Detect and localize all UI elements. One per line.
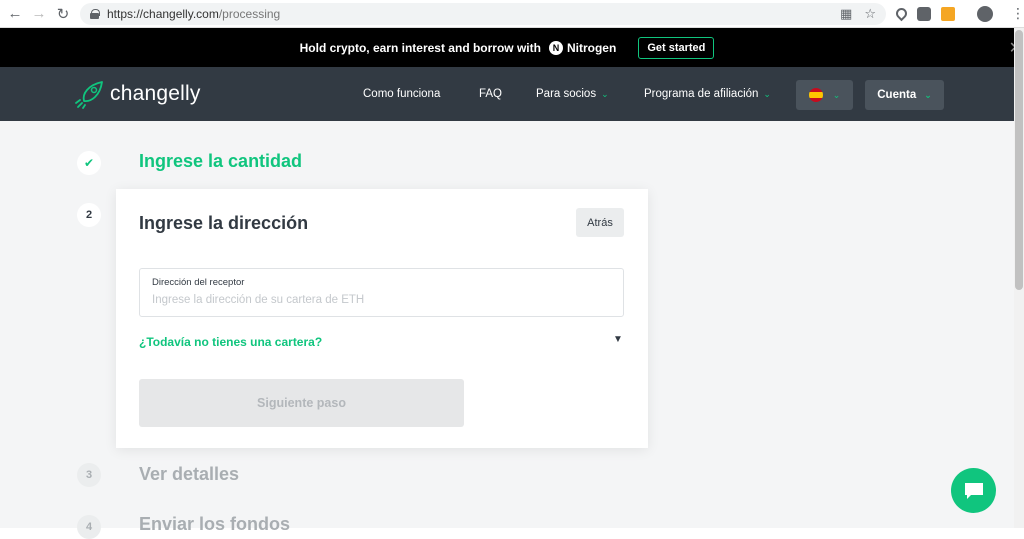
chevron-down-icon: ⌄ xyxy=(763,89,771,99)
back-arrow-icon[interactable]: ← xyxy=(6,5,24,23)
browser-menu-icon[interactable]: ⋮ xyxy=(1011,5,1024,22)
no-wallet-link[interactable]: ¿Todavía no tienes una cartera? xyxy=(139,335,322,349)
scrollbar-thumb[interactable] xyxy=(1015,30,1023,290)
nav-para-socios[interactable]: Para socios ⌄ xyxy=(536,88,609,100)
page-scrollbar[interactable] xyxy=(1014,28,1024,528)
changelly-logo[interactable]: changelly xyxy=(74,79,201,109)
spain-flag-icon xyxy=(808,88,823,102)
step-4-number: 4 xyxy=(77,515,101,539)
get-started-button[interactable]: Get started xyxy=(638,36,715,59)
nav-faq[interactable]: FAQ xyxy=(479,88,502,100)
step-4-title: Enviar los fondos xyxy=(139,514,291,534)
profile-avatar-icon[interactable] xyxy=(977,5,993,22)
step-3-number: 3 xyxy=(77,463,101,487)
bookmark-star-icon[interactable]: ☆ xyxy=(864,6,876,22)
recipient-address-label: Dirección del receptor xyxy=(152,277,245,288)
promo-banner: Hold crypto, earn interest and borrow wi… xyxy=(0,28,1022,67)
card-title: Ingrese la dirección xyxy=(139,213,309,233)
translate-icon[interactable]: ▦ xyxy=(840,6,852,22)
chevron-down-icon: ⌄ xyxy=(832,89,841,100)
recipient-address-field[interactable]: Dirección del receptor xyxy=(139,268,624,317)
nitrogen-logo-icon: N xyxy=(548,40,563,55)
step-1-title[interactable]: Ingrese la cantidad xyxy=(139,151,302,172)
rocket-icon xyxy=(75,81,103,109)
browser-toolbar: ← → ↻ https://changelly.com/processing ▦… xyxy=(0,0,1024,28)
promo-brand: Nitrogen xyxy=(566,40,617,55)
forward-arrow-icon[interactable]: → xyxy=(30,5,48,23)
next-step-button[interactable]: Siguiente paso xyxy=(139,379,464,427)
metamask-extension-icon[interactable] xyxy=(941,6,955,21)
site-header: changelly Como funciona FAQ Para socios ⌄… xyxy=(0,67,1014,121)
recipient-address-input[interactable] xyxy=(152,291,612,309)
language-selector[interactable]: ⌄ xyxy=(796,80,853,110)
step-1-check-icon: ✔ xyxy=(77,151,101,175)
nav-como-funciona[interactable]: Como funciona xyxy=(363,88,440,100)
chat-button[interactable] xyxy=(951,468,996,513)
account-button[interactable]: Cuenta ⌄ xyxy=(865,80,944,110)
promo-text: Hold crypto, earn interest and borrow wi… xyxy=(299,40,541,55)
chat-bubble-icon xyxy=(964,482,983,499)
address-bar[interactable]: https://changelly.com/processing ▦ ☆ xyxy=(80,3,886,25)
reload-icon[interactable]: ↻ xyxy=(54,5,72,23)
extension-icon[interactable] xyxy=(917,6,931,21)
chevron-down-icon: ⌄ xyxy=(924,89,932,100)
nav-programa-afiliacion[interactable]: Programa de afiliación ⌄ xyxy=(644,88,771,100)
step-3-title: Ver detalles xyxy=(139,464,240,484)
url-text: https://changelly.com/processing xyxy=(107,7,281,21)
address-card: Ingrese la dirección Atrás Dirección del… xyxy=(116,189,648,448)
step-2-number: 2 xyxy=(77,203,101,227)
chevron-down-icon: ⌄ xyxy=(601,89,609,99)
back-button[interactable]: Atrás xyxy=(576,208,624,237)
logo-text: changelly xyxy=(110,82,201,105)
lock-icon xyxy=(90,9,100,19)
location-extension-icon[interactable] xyxy=(893,5,910,22)
chevron-down-icon[interactable]: ▼ xyxy=(613,334,623,345)
